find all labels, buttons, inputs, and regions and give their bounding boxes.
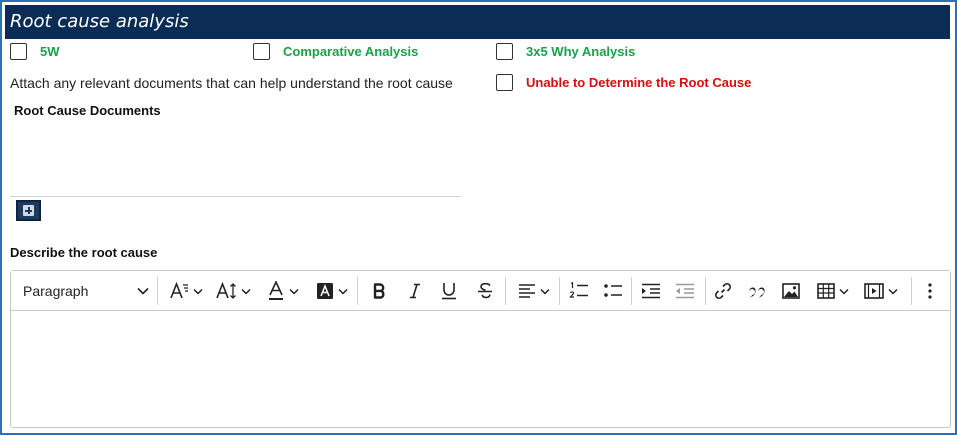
link-button[interactable] xyxy=(709,277,737,305)
section-title: Root cause analysis xyxy=(5,5,950,39)
unable-to-determine-checkbox[interactable] xyxy=(496,74,513,91)
bulleted-list-icon xyxy=(604,284,622,297)
underline-button[interactable] xyxy=(435,277,463,305)
add-document-button[interactable] xyxy=(16,200,41,221)
paragraph-label: Paragraph xyxy=(23,283,89,299)
italic-button[interactable] xyxy=(401,277,429,305)
indent-button[interactable] xyxy=(637,277,665,305)
media-icon xyxy=(864,283,884,299)
more-options-button[interactable] xyxy=(919,277,941,305)
image-icon xyxy=(782,283,800,299)
highlight-button[interactable] xyxy=(311,277,353,305)
option-comparative-analysis[interactable]: Comparative Analysis xyxy=(253,43,418,60)
insert-table-button[interactable] xyxy=(811,277,855,305)
blockquote-button[interactable] xyxy=(743,277,771,305)
chevron-down-icon xyxy=(540,288,550,295)
chevron-down-icon xyxy=(193,288,203,295)
outdent-button[interactable] xyxy=(671,277,699,305)
toolbar-divider xyxy=(705,277,706,305)
chevron-down-icon xyxy=(241,288,251,295)
comparative-analysis-label[interactable]: Comparative Analysis xyxy=(283,44,418,59)
insert-image-button[interactable] xyxy=(777,277,805,305)
option-3x5-why[interactable]: 3x5 Why Analysis xyxy=(496,43,635,60)
outdent-icon xyxy=(676,283,694,299)
chevron-down-icon xyxy=(839,288,849,295)
option-5w[interactable]: 5W xyxy=(10,43,60,60)
align-button[interactable] xyxy=(513,277,555,305)
3x5-why-label[interactable]: 3x5 Why Analysis xyxy=(526,44,635,59)
link-icon xyxy=(715,283,731,299)
documents-title: Root Cause Documents xyxy=(14,103,161,118)
toolbar-divider xyxy=(911,277,912,305)
more-icon xyxy=(928,283,932,299)
editor-content-area[interactable] xyxy=(11,312,950,427)
toolbar-divider xyxy=(357,277,358,305)
paragraph-dropdown[interactable]: Paragraph xyxy=(23,277,149,305)
toolbar-divider xyxy=(157,277,158,305)
chevron-down-icon xyxy=(888,288,898,295)
numbered-list-icon xyxy=(569,282,588,298)
quote-icon xyxy=(749,287,765,298)
font-color-icon xyxy=(269,281,283,300)
unable-to-determine-label[interactable]: Unable to Determine the Root Cause xyxy=(526,75,751,90)
align-icon xyxy=(519,284,535,298)
table-icon xyxy=(817,283,835,299)
line-height-button[interactable] xyxy=(211,277,255,305)
comparative-analysis-checkbox[interactable] xyxy=(253,43,270,60)
bold-button[interactable] xyxy=(365,277,393,305)
rich-text-editor: Paragraph xyxy=(10,270,951,428)
editor-toolbar: Paragraph xyxy=(11,271,950,311)
chevron-down-icon xyxy=(289,288,299,295)
5w-checkbox[interactable] xyxy=(10,43,27,60)
font-color-button[interactable] xyxy=(263,277,303,305)
strikethrough-button[interactable] xyxy=(471,277,499,305)
highlight-icon xyxy=(317,283,333,299)
insert-media-button[interactable] xyxy=(859,277,903,305)
strikethrough-icon xyxy=(478,282,492,299)
chevron-down-icon xyxy=(338,288,348,295)
option-unable-to-determine[interactable]: Unable to Determine the Root Cause xyxy=(496,74,751,91)
toolbar-divider xyxy=(631,277,632,305)
plus-icon xyxy=(23,205,34,216)
bulleted-list-button[interactable] xyxy=(599,277,627,305)
5w-label[interactable]: 5W xyxy=(40,44,60,59)
describe-label: Describe the root cause xyxy=(10,245,158,260)
documents-list xyxy=(10,120,461,197)
bold-icon xyxy=(373,283,385,299)
font-size-icon xyxy=(170,282,188,299)
underline-icon xyxy=(442,283,456,300)
toolbar-divider xyxy=(505,277,506,305)
italic-icon xyxy=(410,283,420,299)
root-cause-panel: Root cause analysis 5W Comparative Analy… xyxy=(0,0,957,435)
attach-hint: Attach any relevant documents that can h… xyxy=(10,75,453,91)
numbered-list-button[interactable] xyxy=(565,277,593,305)
font-size-button[interactable] xyxy=(165,277,207,305)
chevron-down-icon xyxy=(137,287,149,295)
line-height-icon xyxy=(216,282,236,299)
3x5-why-checkbox[interactable] xyxy=(496,43,513,60)
indent-icon xyxy=(642,283,660,299)
toolbar-divider xyxy=(559,277,560,305)
